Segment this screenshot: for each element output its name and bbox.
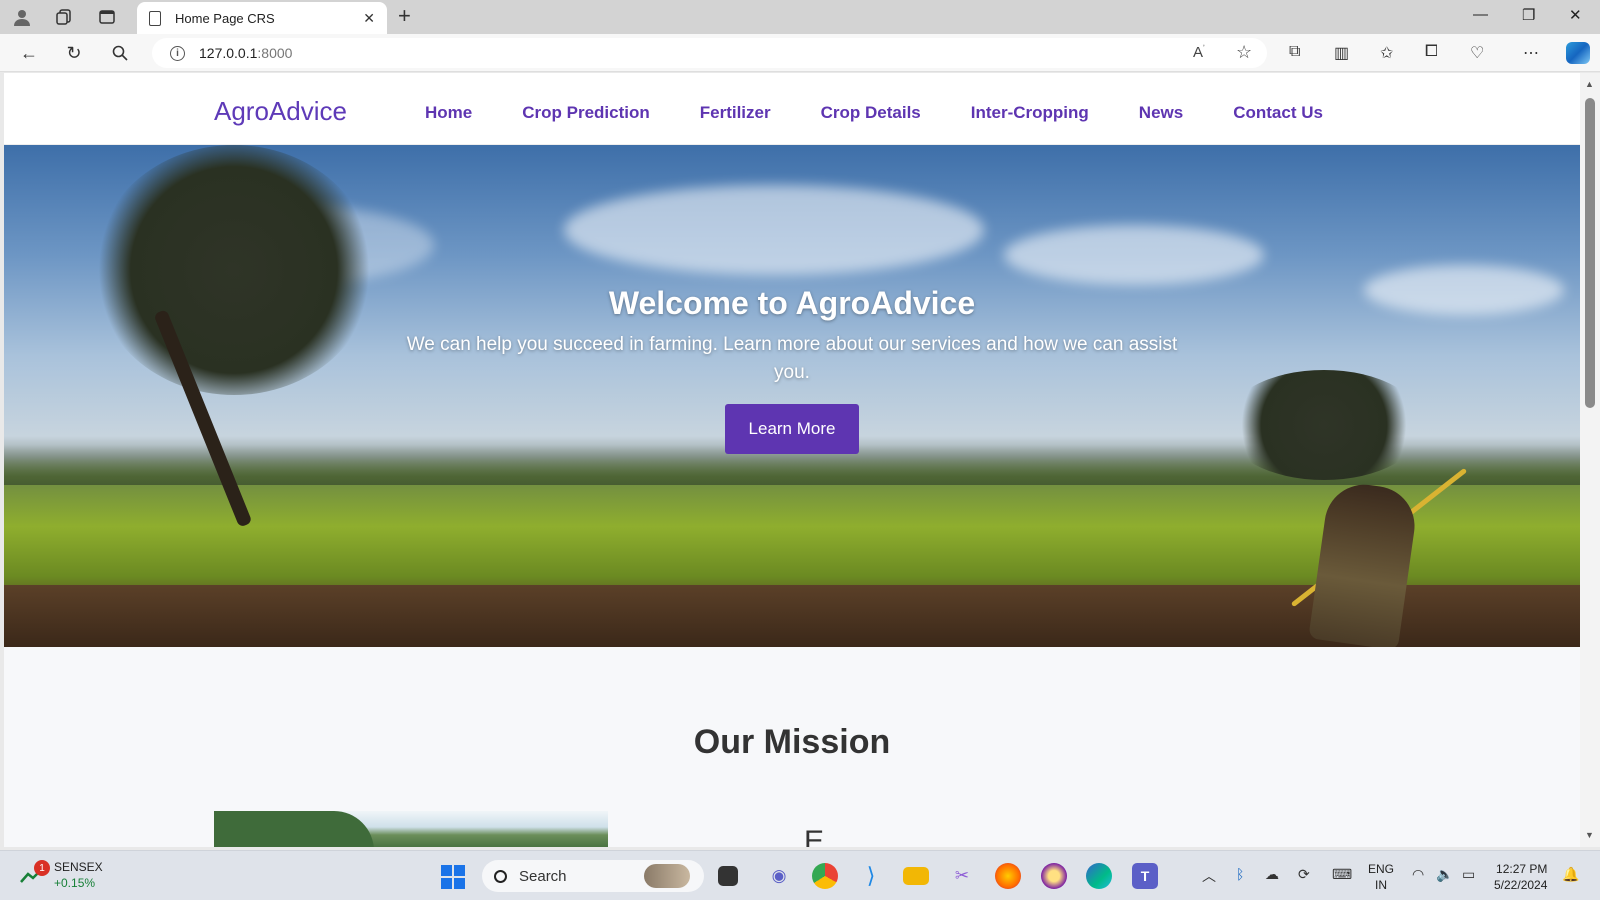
scrollbar-thumb[interactable]	[1585, 98, 1595, 408]
file-explorer-icon[interactable]	[903, 867, 929, 885]
wifi-icon[interactable]: ◠	[1412, 866, 1424, 883]
search-icon	[494, 869, 507, 883]
brave-icon[interactable]	[1041, 863, 1067, 889]
nav-inter-cropping[interactable]: Inter-Cropping	[971, 103, 1089, 123]
lang-bottom: IN	[1375, 878, 1387, 892]
language-indicator[interactable]: ENG IN	[1368, 861, 1394, 893]
close-tab-icon[interactable]: ✕	[363, 10, 375, 27]
nav-news[interactable]: News	[1139, 103, 1183, 123]
page-viewport: AgroAdvice Home Crop Prediction Fertiliz…	[4, 73, 1580, 847]
hero-title: Welcome to AgroAdvice	[608, 285, 976, 321]
site-brand[interactable]: AgroAdvice	[214, 96, 347, 127]
hero-banner: Welcome to AgroAdvice We can help you su…	[4, 145, 1580, 647]
notification-badge: 1	[34, 860, 50, 876]
extensions-icon[interactable]: ⧉	[1289, 43, 1300, 61]
firefox-icon[interactable]	[995, 863, 1021, 889]
onedrive-icon[interactable]: ☁	[1265, 866, 1279, 883]
hero-tree	[94, 145, 374, 395]
tab-title: Home Page CRS	[175, 10, 275, 26]
chat-icon[interactable]: ◉	[766, 863, 792, 889]
workspaces-icon[interactable]	[52, 6, 76, 28]
address-bar[interactable]: i 127.0.0.1:8000	[152, 38, 1267, 68]
learn-more-button[interactable]: Learn More	[725, 404, 859, 454]
keyboard-icon[interactable]: ⌨	[1332, 866, 1352, 883]
stock-widget[interactable]: 1 SENSEX +0.15%	[20, 859, 103, 891]
mission-heading-partial: E ...	[804, 825, 858, 847]
battery-icon[interactable]: ▭	[1462, 866, 1475, 883]
taskbar-search[interactable]: Search	[482, 860, 704, 892]
volume-icon[interactable]: 🔈	[1436, 866, 1453, 883]
clock-time: 12:27 PM	[1496, 862, 1548, 876]
hero-cloud	[564, 185, 984, 275]
url-host: 127.0.0.1	[199, 45, 258, 61]
browser-toolbar: ← ↻ i 127.0.0.1:8000 Aʼ ☆ ⧉ ▥ ✩ ⧠ ♡ ⋯	[0, 34, 1600, 72]
profile-icon[interactable]	[10, 6, 34, 28]
notifications-bell-icon[interactable]: 🔔	[1562, 866, 1579, 883]
read-aloud-icon[interactable]: Aʼ	[1193, 44, 1205, 61]
scroll-up-icon[interactable]: ▲	[1585, 79, 1594, 89]
task-view-icon[interactable]	[718, 866, 738, 886]
search-highlight-art	[644, 864, 690, 888]
nav-home[interactable]: Home	[425, 103, 472, 123]
windows-start-icon[interactable]	[441, 865, 465, 889]
hero-cloud	[1004, 225, 1264, 285]
clock-date: 5/22/2024	[1494, 878, 1548, 892]
back-icon[interactable]: ←	[18, 42, 40, 64]
favorites-icon[interactable]: ✩	[1380, 43, 1393, 63]
windows-taskbar: 1 SENSEX +0.15% Search ◉ ⟩ ✂ T ︿ ᛒ ☁ ⟳ ⌨…	[0, 850, 1600, 900]
mission-title: Our Mission	[693, 723, 891, 761]
refresh-icon[interactable]: ↻	[63, 42, 85, 64]
sync-icon[interactable]: ⟳	[1298, 866, 1310, 883]
browser-tab-bar: Home Page CRS ✕ + — ❐ ✕	[0, 0, 1600, 34]
stock-chart-icon: 1	[20, 860, 50, 884]
close-window-icon[interactable]: ✕	[1569, 6, 1582, 24]
new-tab-icon[interactable]: +	[398, 5, 411, 27]
nav-crop-details[interactable]: Crop Details	[821, 103, 921, 123]
chrome-icon[interactable]	[812, 863, 838, 889]
site-navbar: AgroAdvice Home Crop Prediction Fertiliz…	[4, 73, 1580, 145]
vscode-icon[interactable]: ⟩	[858, 863, 884, 889]
copilot-icon[interactable]	[1566, 42, 1590, 64]
mission-image	[214, 811, 608, 847]
show-hidden-icons[interactable]: ︿	[1202, 866, 1216, 886]
url-port: :8000	[257, 45, 293, 61]
browser-tab[interactable]: Home Page CRS ✕	[137, 2, 387, 34]
restore-icon[interactable]: ❐	[1522, 6, 1535, 24]
snipping-tool-icon[interactable]: ✂	[949, 863, 975, 889]
hero-subtitle: We can help you succeed in farming. Lear…	[406, 334, 1178, 383]
widget-change: +0.15%	[54, 876, 96, 890]
page-scrollbar[interactable]: ▲ ▼	[1580, 73, 1600, 847]
hero-bush	[1224, 370, 1424, 480]
edge-icon[interactable]	[1086, 863, 1112, 889]
nav-fertilizer[interactable]: Fertilizer	[700, 103, 771, 123]
collections-icon[interactable]: ⧠	[1425, 43, 1438, 61]
scroll-down-icon[interactable]: ▼	[1585, 830, 1594, 840]
site-info-icon[interactable]: i	[170, 45, 185, 61]
taskbar-search-label: Search	[519, 867, 567, 885]
lang-top: ENG	[1368, 862, 1395, 876]
browser-essentials-icon[interactable]: ♡	[1470, 43, 1484, 63]
search-icon[interactable]	[109, 42, 131, 64]
page-icon	[149, 10, 161, 26]
teams-icon[interactable]: T	[1132, 863, 1158, 889]
minimize-icon[interactable]: —	[1473, 6, 1488, 23]
site-menu: Home Crop Prediction Fertilizer Crop Det…	[425, 103, 1373, 123]
system-clock[interactable]: 12:27 PM 5/22/2024	[1494, 861, 1547, 893]
split-screen-icon[interactable]: ▥	[1334, 43, 1349, 63]
nav-contact-us[interactable]: Contact Us	[1233, 103, 1323, 123]
vertical-tabs-icon[interactable]	[95, 6, 119, 28]
bluetooth-icon[interactable]: ᛒ	[1236, 866, 1244, 882]
widget-name: SENSEX	[54, 860, 103, 874]
favorite-star-icon[interactable]: ☆	[1236, 42, 1252, 63]
nav-crop-prediction[interactable]: Crop Prediction	[522, 103, 650, 123]
more-options-icon[interactable]: ⋯	[1523, 43, 1539, 63]
